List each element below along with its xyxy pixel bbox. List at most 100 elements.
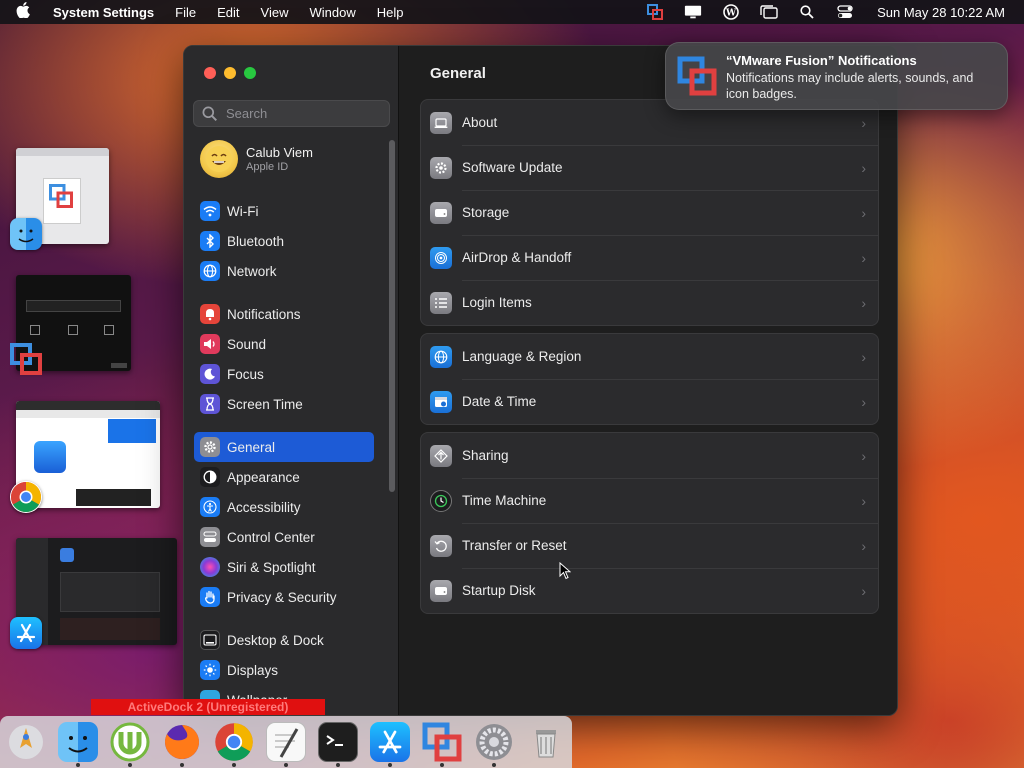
row-label: Transfer or Reset <box>462 538 567 553</box>
window-controls <box>204 67 256 79</box>
sidebar-item-label: Sound <box>227 336 267 352</box>
display-icon[interactable] <box>684 5 702 19</box>
sidebar-item-label: Bluetooth <box>227 233 285 249</box>
apple-id-profile[interactable]: Calub Viem Apple ID <box>200 140 313 178</box>
minimize-button[interactable] <box>224 67 236 79</box>
sidebar-item-screen-time[interactable]: Screen Time <box>194 389 374 419</box>
running-indicator <box>388 763 392 767</box>
firefox-icon[interactable] <box>162 722 202 762</box>
row-transfer-reset[interactable]: Transfer or Reset › <box>421 523 878 568</box>
launchpad-icon[interactable] <box>6 722 46 762</box>
row-time-machine[interactable]: Time Machine › <box>421 478 878 523</box>
sidebar-item-siri-spotlight[interactable]: Siri & Spotlight <box>194 552 374 582</box>
stage-manager-icon[interactable] <box>760 5 778 19</box>
row-date-time[interactable]: Date & Time › <box>421 379 878 424</box>
sidebar-item-control-center[interactable]: Control Center <box>194 522 374 552</box>
chevron-right-icon: › <box>861 249 866 266</box>
menu-window[interactable]: Window <box>309 5 355 20</box>
sidebar-item-sound[interactable]: Sound <box>194 329 374 359</box>
menu-view[interactable]: View <box>261 5 289 20</box>
hourglass-icon <box>200 394 220 414</box>
sidebar-item-label: Control Center <box>227 529 315 545</box>
app-menu-system-settings[interactable]: System Settings <box>53 5 154 20</box>
settings-group-sharing: Sharing › Time Machine › Transfer or Res… <box>420 432 879 614</box>
laptop-icon <box>430 111 452 134</box>
activedock-unregistered-banner[interactable]: ActiveDock 2 (Unregistered) <box>91 699 325 715</box>
system-settings-window: Search Calub Viem Apple ID Wi-Fi Bluetoo… <box>183 45 898 716</box>
system-settings-icon[interactable] <box>474 722 514 762</box>
sidebar-item-appearance[interactable]: Appearance <box>194 462 374 492</box>
chevron-right-icon: › <box>861 294 866 311</box>
sidebar-item-notifications[interactable]: Notifications <box>194 299 374 329</box>
sidebar-item-bluetooth[interactable]: Bluetooth <box>194 226 374 256</box>
close-button[interactable] <box>204 67 216 79</box>
sidebar: Search Calub Viem Apple ID Wi-Fi Bluetoo… <box>184 46 399 715</box>
row-airdrop-handoff[interactable]: AirDrop & Handoff › <box>421 235 878 280</box>
menu-clock[interactable]: Sun May 28 10:22 AM <box>877 5 1005 20</box>
sidebar-item-accessibility[interactable]: Accessibility <box>194 492 374 522</box>
search-icon <box>202 106 217 121</box>
sidebar-item-desktop-dock[interactable]: Desktop & Dock <box>194 625 374 655</box>
chrome-icon[interactable] <box>214 722 254 762</box>
sidebar-item-label: Privacy & Security <box>227 589 337 605</box>
search-placeholder: Search <box>226 106 268 121</box>
speaker-icon <box>200 334 220 354</box>
sidebar-item-label: Accessibility <box>227 499 301 515</box>
running-indicator <box>492 763 496 767</box>
sidebar-item-wifi[interactable]: Wi-Fi <box>194 196 374 226</box>
sidebar-item-displays[interactable]: Displays <box>194 655 374 685</box>
search-field[interactable]: Search <box>193 100 390 127</box>
running-indicator <box>336 763 340 767</box>
calendar-clock-icon <box>430 390 452 413</box>
sidebar-item-privacy-security[interactable]: Privacy & Security <box>194 582 374 612</box>
row-label: Login Items <box>462 295 532 310</box>
notification-banner[interactable]: “VMware Fusion” Notifications Notificati… <box>665 42 1008 110</box>
running-indicator <box>284 763 288 767</box>
sidebar-item-network[interactable]: Network <box>194 256 374 286</box>
row-sharing[interactable]: Sharing › <box>421 433 878 478</box>
apple-logo-icon[interactable] <box>16 2 38 22</box>
row-storage[interactable]: Storage › <box>421 190 878 235</box>
sidebar-item-label: Appearance <box>227 469 300 485</box>
notification-title: “VMware Fusion” Notifications <box>726 53 917 68</box>
row-label: AirDrop & Handoff <box>462 250 572 265</box>
menu-help[interactable]: Help <box>377 5 404 20</box>
row-software-update[interactable]: Software Update › <box>421 145 878 190</box>
row-startup-disk[interactable]: Startup Disk › <box>421 568 878 613</box>
sidebar-item-label: Displays <box>227 662 279 678</box>
row-label: Startup Disk <box>462 583 536 598</box>
row-login-items[interactable]: Login Items › <box>421 280 878 325</box>
wifi-icon <box>200 201 220 221</box>
zoom-button[interactable] <box>244 67 256 79</box>
sidebar-item-label: Focus <box>227 366 264 382</box>
finder-icon[interactable] <box>58 722 98 762</box>
bluetooth-icon <box>200 231 220 251</box>
vmware-fusion-icon[interactable] <box>422 722 462 762</box>
chevron-right-icon: › <box>861 393 866 410</box>
menu-edit[interactable]: Edit <box>217 5 239 20</box>
sidebar-item-general[interactable]: General <box>194 432 374 462</box>
finder-window-icon <box>10 218 42 250</box>
search-icon[interactable] <box>798 5 816 19</box>
terminal-icon[interactable] <box>318 722 358 762</box>
vmware-fusion-icon[interactable] <box>646 4 664 20</box>
row-language-region[interactable]: Language & Region › <box>421 334 878 379</box>
app-store-icon[interactable] <box>370 722 410 762</box>
row-label: Time Machine <box>462 493 547 508</box>
chevron-right-icon: › <box>861 492 866 509</box>
airdrop-icon <box>430 246 452 269</box>
control-center-icon <box>200 527 220 547</box>
sidebar-item-focus[interactable]: Focus <box>194 359 374 389</box>
globe-icon <box>430 345 452 368</box>
utorrent-icon[interactable] <box>110 722 150 762</box>
control-center-icon[interactable] <box>836 5 854 19</box>
profile-subtitle: Apple ID <box>246 161 289 173</box>
dock-icon <box>200 630 220 650</box>
textedit-icon[interactable] <box>266 722 306 762</box>
sidebar-scrollbar[interactable] <box>389 140 395 492</box>
trash-icon[interactable] <box>526 722 566 762</box>
row-label: Language & Region <box>462 349 582 364</box>
wordpress-icon[interactable]: W <box>722 4 740 20</box>
menu-file[interactable]: File <box>175 5 196 20</box>
chevron-right-icon: › <box>861 582 866 599</box>
